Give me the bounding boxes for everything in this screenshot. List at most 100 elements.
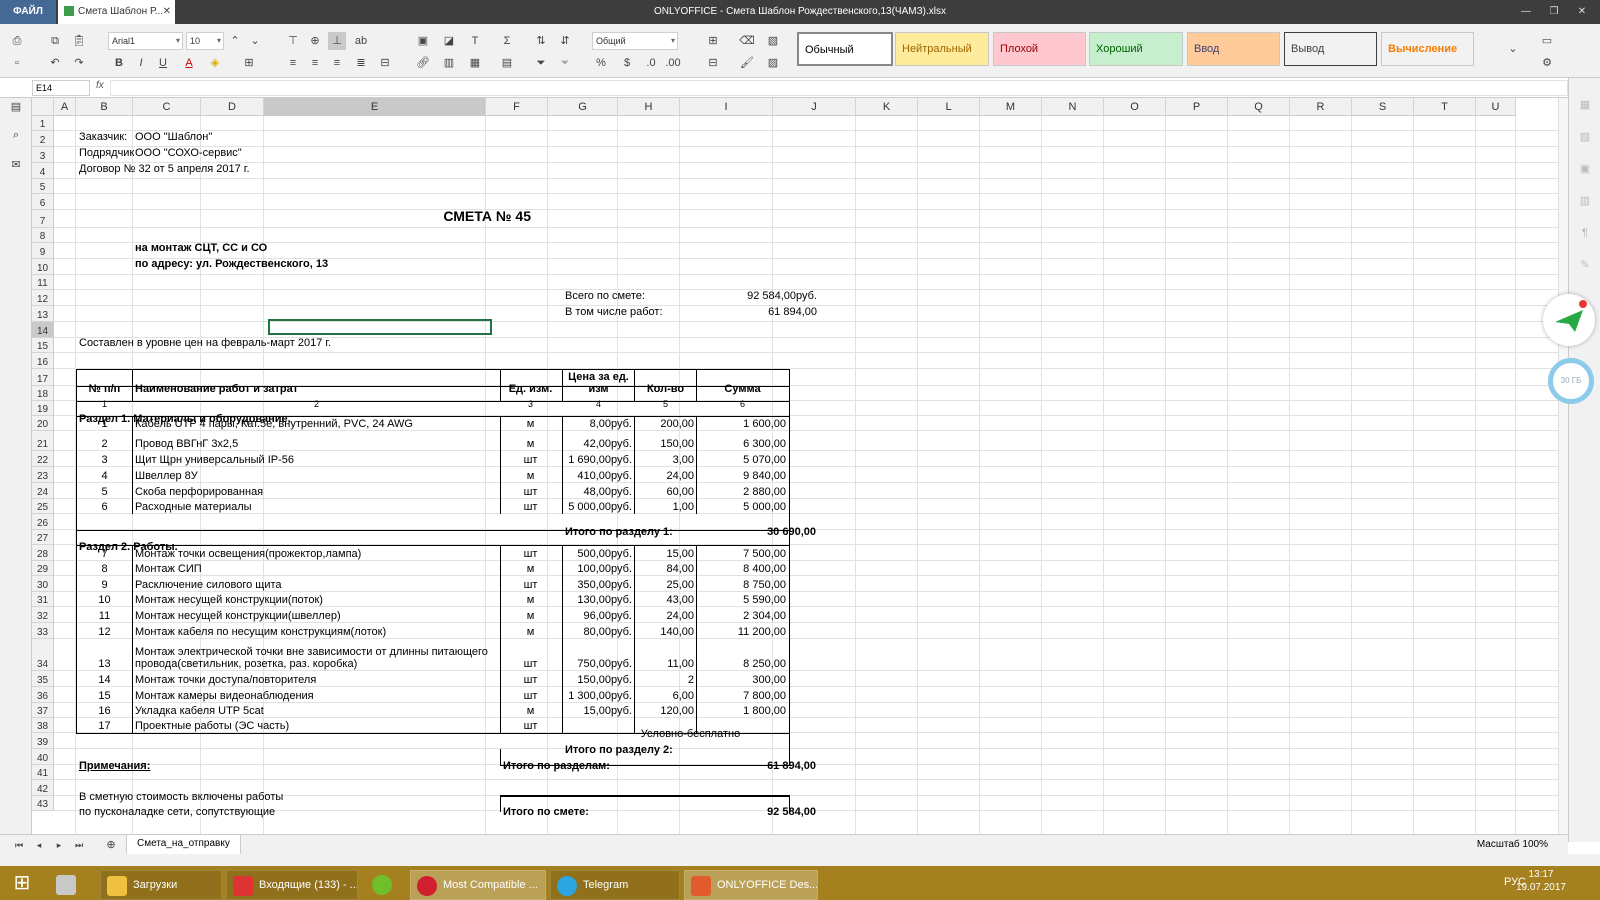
style-calculation[interactable]: Вычисление <box>1381 32 1474 66</box>
close-tab-icon[interactable]: ✕ <box>163 0 171 24</box>
decrease-font-icon[interactable]: ⌄ <box>246 32 264 50</box>
row-header-24[interactable]: 24 <box>32 483 54 499</box>
named-ranges-icon[interactable]: ▤ <box>498 54 516 72</box>
column-header-a[interactable]: A <box>54 98 76 116</box>
increase-font-icon[interactable]: ⌃ <box>226 32 244 50</box>
currency-icon[interactable]: $ <box>618 54 636 72</box>
system-clock[interactable]: 13:17 19.07.2017 <box>1516 868 1566 894</box>
increase-decimal-icon[interactable]: .00 <box>664 54 682 72</box>
row-header-22[interactable]: 22 <box>32 451 54 467</box>
insert-chart-icon[interactable]: ▥ <box>440 54 458 72</box>
column-header-l[interactable]: L <box>918 98 980 116</box>
sort-asc-icon[interactable]: ⇅ <box>532 32 550 50</box>
column-header-c[interactable]: C <box>133 98 201 116</box>
style-bad[interactable]: Плохой <box>993 32 1086 66</box>
hyperlink-icon[interactable]: 🔗︎ <box>414 54 432 72</box>
percent-icon[interactable]: % <box>592 54 610 72</box>
style-good[interactable]: Хороший <box>1089 32 1183 66</box>
document-icon[interactable]: ▤ <box>7 98 25 116</box>
advanced-settings-icon[interactable]: ⚙ <box>1538 54 1556 72</box>
signature-settings-icon[interactable]: ✎ <box>1576 256 1594 274</box>
row-header-38[interactable]: 38 <box>32 718 54 733</box>
row-header-17[interactable]: 17 <box>32 369 54 386</box>
save-icon[interactable]: ▫ <box>8 54 26 72</box>
column-header-k[interactable]: K <box>856 98 918 116</box>
row-header-6[interactable]: 6 <box>32 194 54 210</box>
row-header-7[interactable]: 7 <box>32 210 54 228</box>
redo-icon[interactable]: ↷ <box>70 54 88 72</box>
row-header-29[interactable]: 29 <box>32 561 54 576</box>
delete-cells-icon[interactable]: ⊟ <box>704 54 722 72</box>
merge-icon[interactable]: ⊟ <box>376 54 394 72</box>
row-header-21[interactable]: 21 <box>32 431 54 451</box>
row-header-11[interactable]: 11 <box>32 275 54 290</box>
select-all-corner[interactable] <box>32 98 54 116</box>
align-top-icon[interactable]: ⊤ <box>284 32 302 50</box>
row-header-10[interactable]: 10 <box>32 259 54 275</box>
decrease-decimal-icon[interactable]: .0 <box>642 54 660 72</box>
row-header-16[interactable]: 16 <box>32 353 54 369</box>
image-settings-icon[interactable]: ▣ <box>1576 160 1594 178</box>
storage-widget[interactable]: 30 ГБ <box>1548 358 1594 404</box>
clear-filter-icon[interactable]: ⏷ <box>556 54 574 72</box>
undo-icon[interactable]: ↶ <box>46 54 64 72</box>
column-header-n[interactable]: N <box>1042 98 1104 116</box>
row-header-8[interactable]: 8 <box>32 228 54 243</box>
row-header-27[interactable]: 27 <box>32 530 54 545</box>
minimize-icon[interactable]: — <box>1512 0 1540 24</box>
column-header-q[interactable]: Q <box>1228 98 1290 116</box>
row-header-37[interactable]: 37 <box>32 703 54 718</box>
restore-icon[interactable]: ❐ <box>1540 0 1568 24</box>
column-header-t[interactable]: T <box>1414 98 1476 116</box>
next-sheet-icon[interactable]: ▸ <box>50 836 68 854</box>
table-template-icon[interactable]: ▨ <box>764 54 782 72</box>
styles-more-icon[interactable]: ⌄ <box>1504 40 1522 58</box>
column-header-h[interactable]: H <box>618 98 680 116</box>
row-header-9[interactable]: 9 <box>32 243 54 259</box>
copy-icon[interactable]: ⧉ <box>46 32 64 50</box>
row-header-5[interactable]: 5 <box>32 179 54 194</box>
taskbar-onlyoffice[interactable]: ONLYOFFICE Des... <box>684 870 818 900</box>
row-header-39[interactable]: 39 <box>32 733 54 749</box>
taskbar-app-pin[interactable] <box>44 870 90 900</box>
search-icon[interactable]: ⌕ <box>7 126 25 144</box>
sum-icon[interactable]: Σ <box>498 32 516 50</box>
file-menu-button[interactable]: ФАЙЛ <box>0 0 56 24</box>
taskbar-icq[interactable] <box>362 870 402 900</box>
row-header-12[interactable]: 12 <box>32 290 54 306</box>
borders-icon[interactable]: ⊞ <box>240 54 258 72</box>
row-header-2[interactable]: 2 <box>32 131 54 147</box>
taskbar-mail[interactable]: Входящие (133) - ... <box>226 870 358 900</box>
align-justify-icon[interactable]: ≣ <box>352 54 370 72</box>
row-header-1[interactable]: 1 <box>32 116 54 131</box>
italic-icon[interactable]: I <box>132 54 150 72</box>
row-header-36[interactable]: 36 <box>32 687 54 703</box>
row-header-31[interactable]: 31 <box>32 592 54 607</box>
taskbar-telegram[interactable]: Telegram <box>550 870 680 900</box>
send-widget-icon[interactable] <box>1543 294 1595 346</box>
row-header-40[interactable]: 40 <box>32 749 54 765</box>
row-header-41[interactable]: 41 <box>32 765 54 780</box>
column-header-s[interactable]: S <box>1352 98 1414 116</box>
column-header-j[interactable]: J <box>773 98 856 116</box>
insert-table-icon[interactable]: ▦ <box>466 54 484 72</box>
zoom-control[interactable]: Масштаб 100% <box>1477 835 1548 855</box>
number-format-select[interactable]: Общий <box>592 32 678 50</box>
row-header-43[interactable]: 43 <box>32 796 54 811</box>
font-size-select[interactable]: 10 <box>186 32 224 50</box>
sort-desc-icon[interactable]: ⇵ <box>556 32 574 50</box>
column-header-f[interactable]: F <box>486 98 548 116</box>
chart-settings-icon[interactable]: ▥ <box>1576 192 1594 210</box>
row-header-15[interactable]: 15 <box>32 338 54 353</box>
column-header-i[interactable]: I <box>680 98 773 116</box>
row-header-35[interactable]: 35 <box>32 671 54 687</box>
column-header-b[interactable]: B <box>76 98 133 116</box>
copy-style-icon[interactable]: 🖌︎ <box>738 54 756 72</box>
start-button[interactable]: ⊞ <box>0 866 44 900</box>
style-neutral[interactable]: Нейтральный <box>895 32 989 66</box>
align-bottom-icon[interactable]: ⊥ <box>328 32 346 50</box>
align-center-icon[interactable]: ≡ <box>306 54 324 72</box>
last-sheet-icon[interactable]: ⏭ <box>70 836 88 854</box>
align-right-icon[interactable]: ≡ <box>328 54 346 72</box>
text-orientation-icon[interactable]: ab <box>352 32 370 50</box>
